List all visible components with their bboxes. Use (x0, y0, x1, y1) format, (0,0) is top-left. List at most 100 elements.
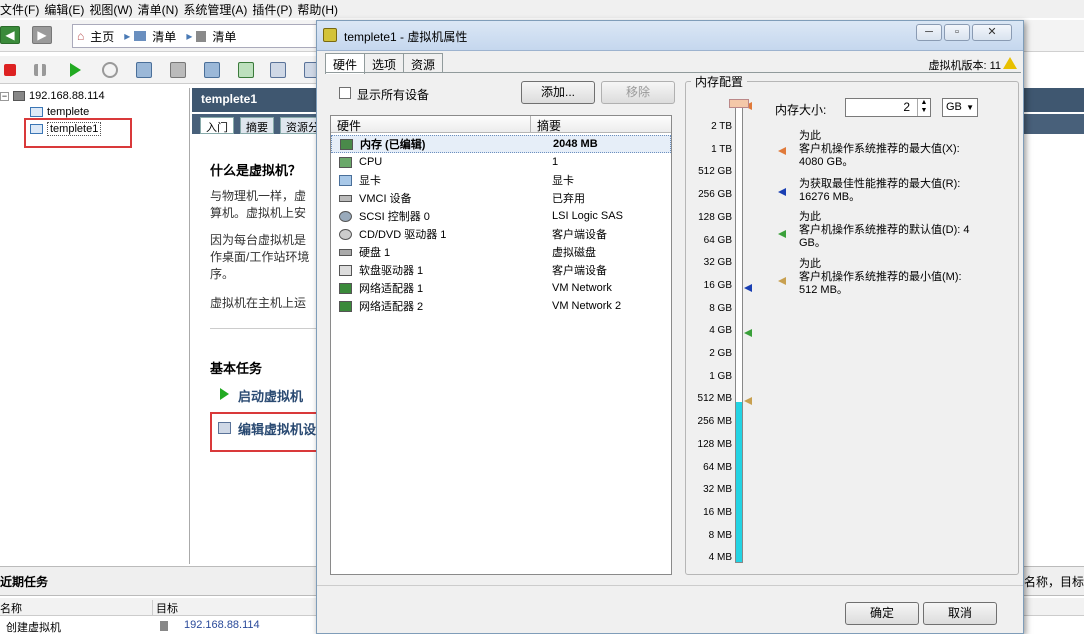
inventory-tree: − 192.168.88.114 templete templete1 (0, 88, 190, 564)
hardware-row-floppy[interactable]: 软盘驱动器 1 客户端设备 (331, 261, 671, 279)
vm-icon (30, 107, 43, 117)
home-icon[interactable]: ⌂ (77, 29, 84, 43)
hardware-name: SCSI 控制器 0 (359, 211, 430, 223)
breadcrumb-inventory-2[interactable]: 清单 (212, 28, 236, 45)
hardware-row-cpu[interactable]: CPU 1 (331, 153, 671, 171)
hardware-name: 网络适配器 2 (359, 301, 424, 313)
network-adapter-icon (339, 282, 352, 294)
hardware-summary: LSI Logic SAS (552, 210, 623, 222)
intro-text: 作桌面/工作站环境 (210, 250, 310, 264)
tree-host[interactable]: − 192.168.88.114 (0, 90, 105, 102)
memory-tick-label: 128 GB (698, 211, 732, 223)
hardware-name: CD/DVD 驱动器 1 (359, 229, 447, 241)
memory-size-label: 内存大小: (775, 103, 827, 117)
hardware-row-nic2[interactable]: 网络适配器 2 VM Network 2 (331, 297, 671, 315)
address-bar: ⌂ 主页 ▸ 清单 ▸ 清单 (72, 24, 332, 48)
hardware-row-vmci[interactable]: VMCI 设备 已弃用 (331, 189, 671, 207)
revert-icon[interactable] (170, 62, 186, 78)
memory-slider-thumb[interactable] (729, 99, 749, 108)
tab-hardware[interactable]: 硬件 (325, 53, 366, 74)
memory-tick-label: 128 MB (697, 438, 732, 450)
show-all-devices-checkbox[interactable] (339, 87, 351, 99)
rec-max-label: 为此 客户机操作系统推荐的最大值(X): 4080 GB。 (799, 130, 960, 169)
hardware-summary: 客户端设备 (552, 229, 607, 241)
hardware-row-cdrom[interactable]: CD/DVD 驱动器 1 客户端设备 (331, 225, 671, 243)
col-name[interactable]: 名称 (0, 600, 22, 616)
rec-text: 为获取最佳性能推荐的最大值(R): (799, 178, 961, 190)
minimize-button[interactable]: ─ (916, 24, 942, 41)
rec-text: 512 MB。 (799, 284, 848, 296)
tab-summary[interactable]: 摘要 (240, 117, 274, 134)
memory-tick-label: 16 MB (703, 506, 732, 518)
col-target[interactable]: 目标 (152, 600, 178, 616)
menu-admin[interactable]: 系统管理(A) (183, 1, 252, 18)
refresh-icon[interactable] (102, 62, 118, 78)
tab-resources[interactable]: 资源 (403, 53, 444, 73)
menu-view[interactable]: 视图(W) (89, 1, 137, 18)
pause-icon[interactable] (34, 64, 46, 76)
hardware-row-scsi[interactable]: SCSI 控制器 0 LSI Logic SAS (331, 207, 671, 225)
menu-file[interactable]: 文件(F) (0, 1, 44, 18)
edit-settings-icon[interactable] (270, 62, 286, 78)
hardware-summary: VM Network 2 (552, 300, 622, 312)
highlight-box (24, 118, 132, 148)
memory-slider-track[interactable] (735, 103, 743, 563)
vm-app-icon (323, 28, 337, 42)
col-hardware[interactable]: 硬件 (337, 117, 361, 134)
back-button[interactable]: ◀ (0, 26, 20, 44)
forward-button[interactable]: ▶ (32, 26, 52, 44)
add-button[interactable]: 添加... (521, 81, 595, 104)
remove-button[interactable]: 移除 (601, 81, 675, 104)
tab-options[interactable]: 选项 (364, 53, 405, 73)
inventory-icon (196, 30, 207, 42)
cancel-button[interactable]: 取消 (923, 602, 997, 625)
intro-paragraph-2: 因为每台虚拟机是 作桌面/工作站环境 序。 (210, 232, 309, 283)
hardware-summary: 虚拟磁盘 (552, 247, 596, 259)
console-icon[interactable] (238, 62, 254, 78)
memory-tick-label: 8 MB (708, 529, 732, 541)
min-legend-icon (778, 277, 786, 285)
play-icon[interactable] (70, 63, 81, 77)
memory-unit-select[interactable]: GB ▼ (942, 98, 978, 117)
memory-tick-label: 16 GB (703, 279, 732, 291)
vmci-device-icon (339, 194, 352, 202)
basic-tasks-heading: 基本任务 (210, 361, 263, 376)
breadcrumb-home[interactable]: 主页 (90, 28, 114, 45)
memory-spinner[interactable]: ▲ ▼ (917, 99, 930, 116)
hardware-row-memory[interactable]: 内存 (已编辑) 2048 MB (331, 135, 671, 153)
hardware-row-nic1[interactable]: 网络适配器 1 VM Network (331, 279, 671, 297)
breadcrumb-inventory-1[interactable]: 清单 (152, 28, 176, 45)
inventory-icon (134, 31, 147, 41)
ok-button[interactable]: 确定 (845, 602, 919, 625)
stop-icon[interactable] (4, 64, 16, 76)
memory-icon (340, 138, 353, 150)
menu-edit[interactable]: 编辑(E) (44, 1, 89, 18)
best-performance-marker (744, 284, 752, 292)
snapshot-manager-icon[interactable] (204, 62, 220, 78)
best-legend-icon (778, 188, 786, 196)
maximize-button[interactable]: ▫ (944, 24, 970, 41)
hardware-summary: 显卡 (552, 175, 574, 187)
recent-tasks-title: 近期任务 (0, 575, 49, 589)
tab-getting-started[interactable]: 入门 (200, 117, 234, 134)
dialog-tabs: 硬件 选项 资源 (325, 53, 444, 74)
col-summary[interactable]: 摘要 (537, 117, 561, 134)
rec-text: 客户机操作系统推荐的最小值(M): (799, 271, 962, 283)
menu-help[interactable]: 帮助(H) (297, 1, 343, 18)
snapshot-icon[interactable] (136, 62, 152, 78)
menu-inventory[interactable]: 清单(N) (138, 1, 184, 18)
start-vm-link[interactable]: 启动虚拟机 (238, 386, 303, 405)
show-all-devices-label: 显示所有设备 (357, 88, 430, 102)
monitor-icon (339, 174, 352, 186)
close-button[interactable]: ✕ (972, 24, 1012, 41)
rec-text: 为此 (799, 211, 821, 223)
dialog-titlebar[interactable]: templete1 - 虚拟机属性 ─ ▫ ✕ (317, 21, 1023, 51)
hardware-row-video[interactable]: 显卡 显卡 (331, 171, 671, 189)
intro-paragraph-3: 虚拟机在主机上运 (210, 296, 307, 310)
rec-text: 为此 (799, 258, 821, 270)
collapse-icon[interactable]: − (0, 91, 9, 101)
vm-properties-dialog: templete1 - 虚拟机属性 ─ ▫ ✕ 硬件 选项 资源 虚拟机版本: … (316, 20, 1024, 634)
tree-vm-templete[interactable]: templete (30, 106, 89, 118)
hardware-row-disk[interactable]: 硬盘 1 虚拟磁盘 (331, 243, 671, 261)
menu-plugins[interactable]: 插件(P) (252, 1, 297, 18)
